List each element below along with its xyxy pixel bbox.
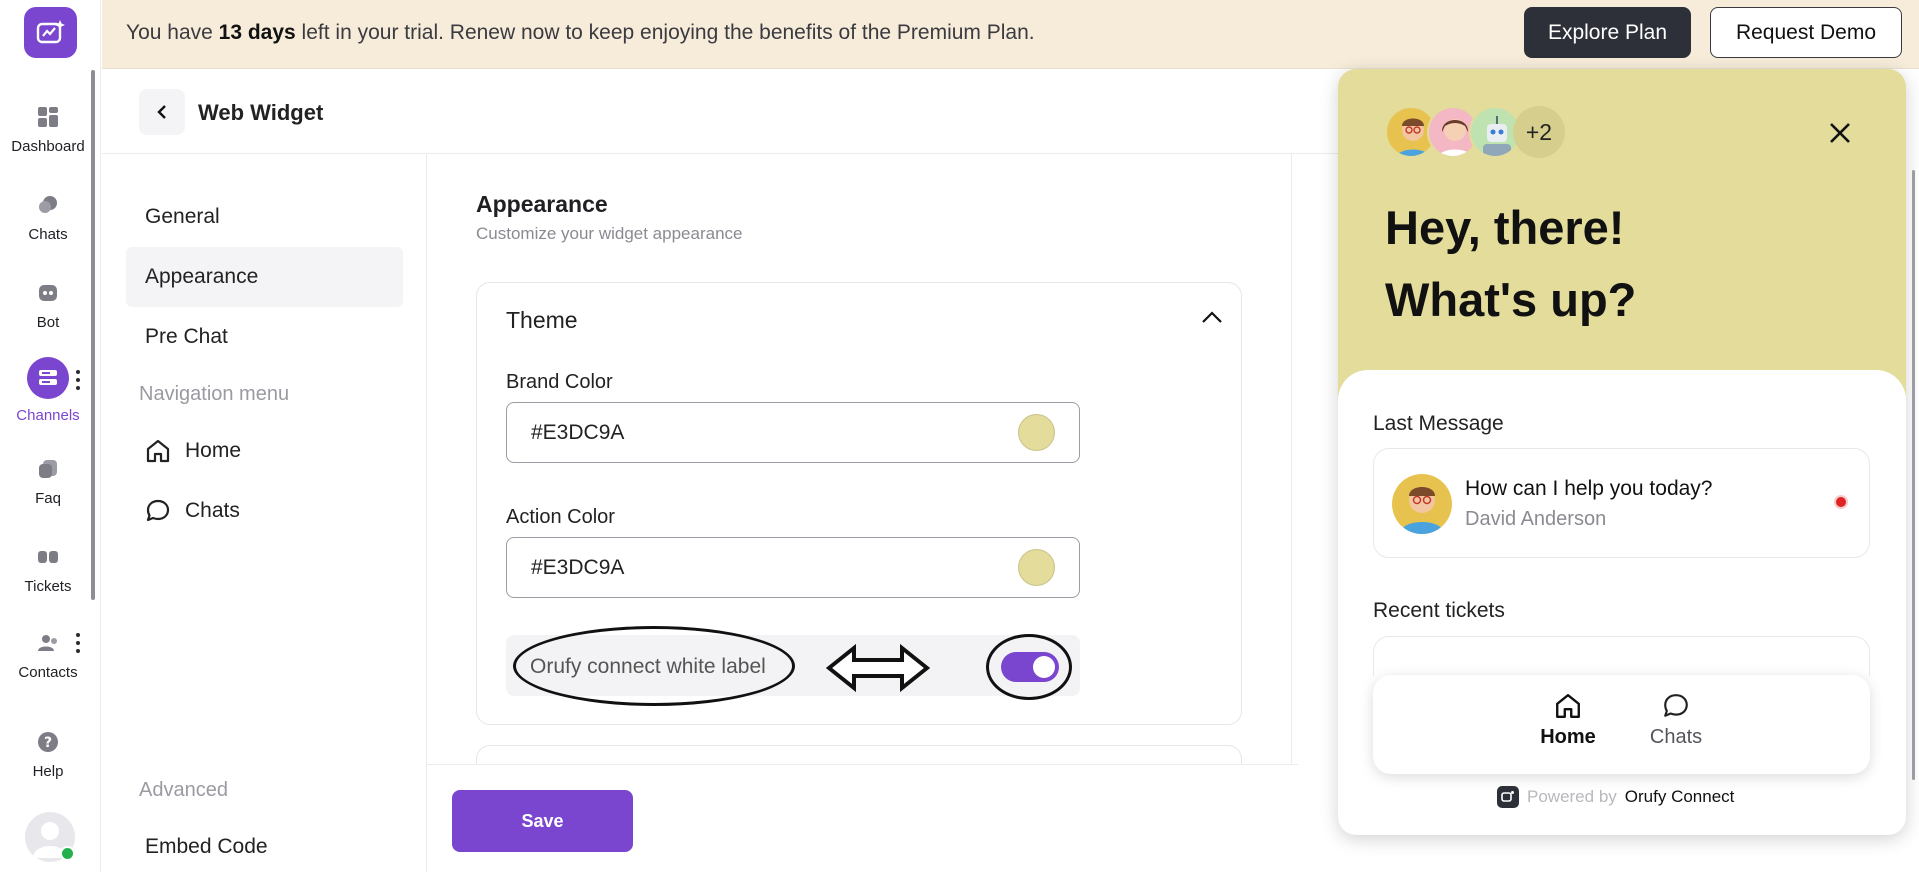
widget-nav-chats[interactable]: Chats [1626, 692, 1726, 749]
appearance-subtitle: Customize your widget appearance [476, 224, 743, 243]
widget-nav-home-label: Home [1540, 726, 1596, 748]
nav-bot[interactable]: Bot [0, 280, 96, 331]
subnav-general-label: General [145, 205, 220, 228]
svg-text:?: ? [44, 735, 52, 751]
recent-tickets-label: Recent tickets [1373, 599, 1505, 622]
widget-greeting-2: What's up? [1385, 273, 1637, 326]
subnav-general[interactable]: General [126, 187, 403, 247]
channels-more-icon[interactable] [74, 370, 82, 390]
annotation-ellipse-toggle [986, 634, 1072, 700]
nav-bot-label: Bot [36, 314, 60, 331]
subnav-home-label: Home [185, 439, 242, 462]
brand-color-input[interactable]: #E3DC9A [506, 402, 1080, 463]
nav-chats-label: Chats [28, 226, 68, 243]
subnav-appearance[interactable]: Appearance [126, 247, 403, 307]
unread-dot [1834, 495, 1848, 509]
online-status-dot [60, 846, 75, 861]
powered-by: Powered by Orufy Connect [1497, 786, 1734, 808]
message-title: How can I help you today? [1465, 477, 1713, 500]
subnav-embed-code[interactable]: Embed Code [126, 817, 403, 872]
annotation-ellipse-label [513, 626, 795, 706]
advanced-heading: Advanced [139, 779, 228, 801]
nav-tickets-label: Tickets [24, 578, 72, 595]
nav-channels-label: Channels [16, 407, 80, 424]
bot-icon [35, 280, 61, 306]
close-icon[interactable] [1825, 118, 1855, 148]
trial-message: You have 13 days left in your trial. Ren… [126, 21, 1035, 44]
faq-icon [35, 456, 61, 482]
widget-nav-chats-label: Chats [1649, 726, 1703, 748]
chat-bubble-icon [1664, 694, 1688, 717]
home-icon [1556, 694, 1580, 718]
brand-color-swatch[interactable] [1018, 414, 1055, 451]
save-button[interactable]: Save [452, 790, 633, 852]
widget-nav-home[interactable]: Home [1518, 692, 1618, 749]
subnav-chats[interactable]: Chats [126, 481, 403, 541]
message-author: David Anderson [1465, 508, 1607, 530]
widget-scrollbar[interactable] [1912, 170, 1915, 780]
nav-help[interactable]: ? Help [0, 729, 96, 780]
contacts-icon [35, 630, 61, 656]
nav-dashboard-label: Dashboard [11, 138, 85, 155]
orufy-logo-icon [1497, 786, 1519, 808]
message-avatar [1392, 474, 1452, 534]
nav-help-label: Help [32, 763, 64, 780]
subnav-chats-label: Chats [185, 499, 240, 522]
home-icon [146, 439, 170, 463]
navigation-menu-heading: Navigation menu [139, 383, 290, 405]
subnav-pre-chat-label: Pre Chat [145, 325, 228, 348]
nav-channels[interactable]: Channels [0, 357, 96, 424]
nav-chats[interactable]: Chats [0, 192, 96, 243]
subnav-embed-code-label: Embed Code [145, 835, 268, 858]
subnav-home[interactable]: Home [126, 421, 403, 481]
action-color-label: Action Color [506, 506, 615, 528]
trial-days: 13 days [218, 21, 296, 44]
nav-faq[interactable]: Faq [0, 456, 96, 507]
more-agents-badge: +2 [1513, 106, 1565, 158]
appearance-title: Appearance [476, 191, 608, 217]
channels-icon [27, 357, 69, 399]
page-title: Web Widget [198, 100, 324, 125]
chats-icon [35, 192, 61, 218]
contacts-more-icon[interactable] [74, 633, 82, 653]
theme-title: Theme [506, 307, 578, 333]
chat-sparkle-icon [36, 19, 65, 43]
app-logo[interactable] [24, 7, 77, 58]
explore-plan-button[interactable]: Explore Plan [1524, 7, 1691, 58]
request-demo-button[interactable]: Request Demo [1710, 7, 1902, 58]
chat-bubble-icon [146, 499, 170, 522]
subnav-pre-chat[interactable]: Pre Chat [126, 307, 403, 367]
chevron-up-icon[interactable] [1200, 308, 1224, 328]
nav-dashboard[interactable]: Dashboard [0, 104, 96, 155]
back-button[interactable] [139, 89, 185, 135]
last-message-label: Last Message [1373, 412, 1504, 435]
widget-bottom-nav [1373, 675, 1870, 774]
action-color-swatch[interactable] [1018, 549, 1055, 586]
tickets-icon [35, 544, 61, 570]
powered-by-text: Powered by [1527, 787, 1617, 806]
help-icon: ? [35, 729, 61, 755]
chevron-left-icon [157, 105, 166, 119]
nav-tickets[interactable]: Tickets [0, 544, 96, 595]
main-divider [1291, 154, 1292, 764]
action-color-input[interactable]: #E3DC9A [506, 537, 1080, 598]
nav-faq-label: Faq [35, 490, 61, 507]
double-arrow-icon [826, 643, 930, 693]
powered-by-brand[interactable]: Orufy Connect [1625, 787, 1735, 807]
widget-greeting-1: Hey, there! [1385, 201, 1625, 254]
brand-color-label: Brand Color [506, 371, 613, 393]
nav-contacts-label: Contacts [18, 664, 78, 681]
dashboard-icon [35, 104, 61, 130]
ticket-card[interactable] [1373, 636, 1870, 676]
subnav-appearance-label: Appearance [145, 265, 259, 288]
